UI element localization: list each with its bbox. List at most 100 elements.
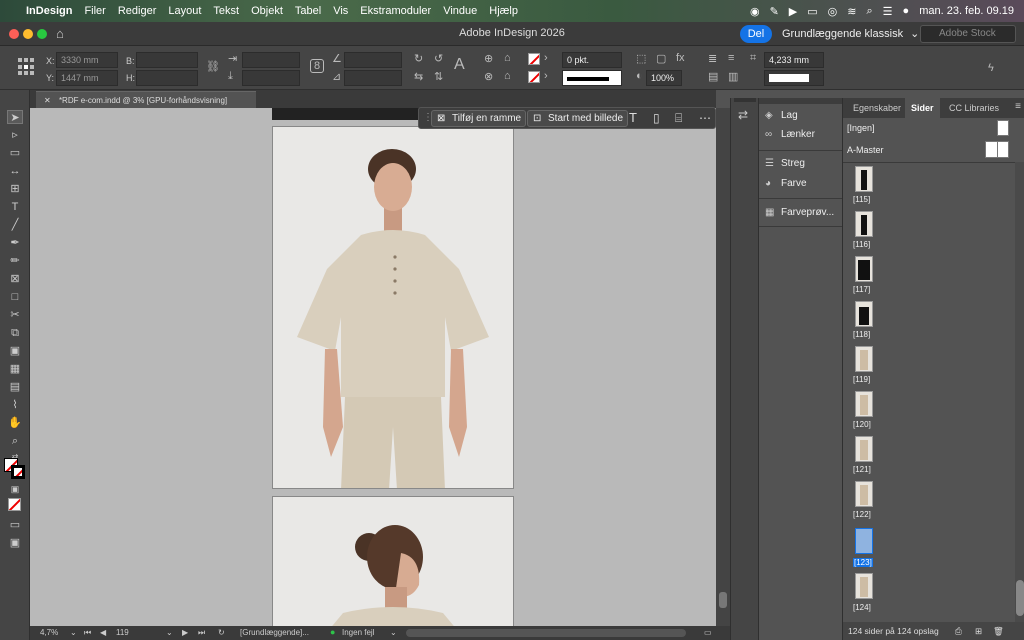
edit-page-size-icon[interactable]: ⎙ bbox=[955, 622, 962, 640]
menu-hjaelp[interactable]: Hjælp bbox=[489, 5, 518, 17]
panel-menu-icon[interactable]: ≡ bbox=[1015, 101, 1021, 112]
fill-swatch[interactable] bbox=[528, 53, 540, 65]
document-tab[interactable]: ✕ *RDF e-com.indd @ 3% [GPU-forhåndsvisn… bbox=[36, 91, 256, 108]
stroke-dropdown-icon[interactable]: › bbox=[544, 70, 548, 82]
normal-mode-icon[interactable]: ▭ bbox=[7, 518, 23, 532]
menu-tekst[interactable]: Tekst bbox=[213, 5, 239, 17]
fill-stroke-proxy[interactable] bbox=[4, 458, 26, 480]
links-panel-button[interactable]: ∞ Lænker bbox=[765, 129, 815, 145]
direct-selection-tool-icon[interactable]: ▹ bbox=[7, 128, 23, 142]
selection-tool-icon[interactable]: ➤ bbox=[7, 110, 23, 124]
stroke-weight-field[interactable]: 0 pkt. bbox=[562, 52, 622, 68]
page-thumb-119[interactable] bbox=[855, 346, 873, 372]
align-center-icon[interactable]: ≡ bbox=[728, 52, 734, 64]
tab-pages[interactable]: Sider bbox=[905, 98, 940, 118]
collapsed-panel-icon[interactable]: ⇄ bbox=[738, 108, 748, 122]
model-photo-front[interactable] bbox=[273, 127, 514, 489]
menu-ekstramoduler[interactable]: Ekstramoduler bbox=[360, 5, 431, 17]
height-field[interactable] bbox=[136, 70, 198, 86]
airdrop-icon[interactable]: ◎ bbox=[828, 5, 838, 18]
page-number-field[interactable]: 119 bbox=[116, 628, 129, 637]
page-tool-icon[interactable]: ▭ bbox=[7, 146, 23, 160]
stroke-panel-button[interactable]: ☰ Streg bbox=[765, 158, 805, 174]
page-thumb-122[interactable] bbox=[855, 481, 873, 507]
place-file-icon[interactable]: ⌸ bbox=[675, 111, 682, 126]
scissors-tool-icon[interactable]: ✂ bbox=[7, 308, 23, 322]
play-icon[interactable]: ▶ bbox=[789, 5, 797, 18]
type-tool-icon[interactable]: T bbox=[7, 200, 23, 214]
master-none[interactable]: [Ingen] bbox=[847, 123, 875, 133]
rectangle-frame-tool-icon[interactable]: ⊠ bbox=[7, 272, 23, 286]
color-panel-button[interactable]: ◕ Farve bbox=[765, 178, 807, 194]
adobe-stock-search[interactable]: Adobe Stock bbox=[920, 25, 1016, 43]
apply-none-icon[interactable] bbox=[8, 498, 21, 511]
search-icon[interactable]: ⌕ bbox=[867, 5, 873, 18]
start-with-image-button[interactable]: ⊡ Start med billede bbox=[527, 110, 629, 127]
split-view-icon[interactable]: ▭ bbox=[704, 628, 712, 637]
gap-tool-icon[interactable]: ↔ bbox=[7, 164, 23, 178]
text-wrap-icon[interactable]: ▤ bbox=[708, 70, 718, 83]
horizontal-scrollbar[interactable] bbox=[406, 629, 686, 637]
content-collector-icon[interactable]: ⊞ bbox=[7, 182, 23, 196]
battery-icon[interactable]: ▭ bbox=[807, 5, 817, 18]
fill-dropdown-icon[interactable]: › bbox=[544, 52, 548, 64]
strip-grip[interactable] bbox=[734, 98, 756, 102]
menu-objekt[interactable]: Objekt bbox=[251, 5, 283, 17]
more-options-icon[interactable]: ⋯ bbox=[699, 111, 711, 125]
text-icon[interactable]: T bbox=[629, 110, 637, 125]
menu-layout[interactable]: Layout bbox=[168, 5, 201, 17]
reference-point-icon[interactable] bbox=[18, 58, 36, 76]
stroke-swatch[interactable] bbox=[528, 71, 540, 83]
menubar-clock[interactable]: man. 23. feb. 09.19 bbox=[919, 5, 1014, 17]
y-field[interactable]: 1447 mm bbox=[56, 70, 118, 86]
add-frame-button[interactable]: ⊠ Tilføj en ramme bbox=[431, 110, 527, 127]
master-a[interactable]: A-Master bbox=[847, 145, 884, 155]
page-thumb-120[interactable] bbox=[855, 391, 873, 417]
select-container-icon[interactable]: ⊕ bbox=[484, 52, 493, 65]
gradient-feather-tool-icon[interactable]: ▦ bbox=[7, 362, 23, 376]
rotate-field[interactable] bbox=[344, 52, 402, 68]
pen-tool-icon[interactable]: ✒ bbox=[7, 236, 23, 250]
control-center-icon[interactable]: ☰ bbox=[883, 5, 893, 18]
document-canvas[interactable] bbox=[30, 108, 716, 626]
screen-mode-icon[interactable]: ▣ bbox=[7, 536, 23, 550]
delete-page-icon[interactable]: 🗑 bbox=[993, 622, 1004, 640]
rotate-ccw-icon[interactable]: ↺ bbox=[434, 52, 443, 65]
master-status[interactable]: [Grundlæggende]... bbox=[240, 628, 309, 637]
prev-page-icon[interactable]: ◀ bbox=[100, 628, 106, 637]
share-button[interactable]: Del bbox=[740, 25, 772, 43]
tab-cc-libraries[interactable]: CC Libraries bbox=[943, 98, 1005, 118]
opacity-field[interactable]: 100% bbox=[646, 70, 682, 86]
first-page-icon[interactable]: ⏮ bbox=[84, 628, 91, 638]
document-icon[interactable]: ▯ bbox=[653, 111, 660, 125]
page-spread-1[interactable] bbox=[272, 126, 514, 489]
constrain-scale-icon[interactable]: 8 bbox=[310, 59, 325, 73]
page-thumb-118[interactable] bbox=[855, 301, 873, 327]
fit-content-icon[interactable]: ▢ bbox=[656, 52, 666, 65]
width-field[interactable] bbox=[136, 52, 198, 68]
pen-icon[interactable]: ✎ bbox=[770, 5, 779, 18]
model-photo-side[interactable] bbox=[273, 497, 514, 626]
siri-icon[interactable]: ● bbox=[903, 5, 910, 17]
page-thumb-123[interactable] bbox=[855, 528, 873, 554]
scroll-thumb[interactable] bbox=[719, 592, 727, 608]
last-page-icon[interactable]: ⏭ bbox=[198, 628, 205, 638]
zoom-chevron-icon[interactable]: ⌄ bbox=[70, 628, 77, 637]
select-previous-icon[interactable]: ⌂ bbox=[504, 52, 511, 64]
shear-field[interactable] bbox=[344, 70, 402, 86]
scale-x-field[interactable] bbox=[242, 52, 300, 68]
panel-grip[interactable] bbox=[759, 98, 843, 104]
close-tab-icon[interactable]: ✕ bbox=[44, 96, 51, 105]
pages-scroll-thumb[interactable] bbox=[1016, 580, 1024, 616]
hand-tool-icon[interactable]: ✋ bbox=[7, 416, 23, 430]
eyedropper-tool-icon[interactable]: ⌇ bbox=[7, 398, 23, 412]
new-page-icon[interactable]: ⊞ bbox=[975, 622, 982, 640]
formatting-container-icon[interactable]: ▣ T bbox=[7, 482, 23, 508]
text-wrap-alt-icon[interactable]: ▥ bbox=[728, 70, 738, 83]
page-thumb-117[interactable] bbox=[855, 256, 873, 282]
vertical-scrollbar[interactable] bbox=[716, 108, 730, 626]
note-tool-icon[interactable]: ▤ bbox=[7, 380, 23, 394]
flip-horizontal-icon[interactable]: ⇆ bbox=[414, 70, 423, 83]
zoom-level[interactable]: 4,7% bbox=[40, 628, 58, 637]
pages-scrollbar[interactable] bbox=[1015, 162, 1024, 622]
